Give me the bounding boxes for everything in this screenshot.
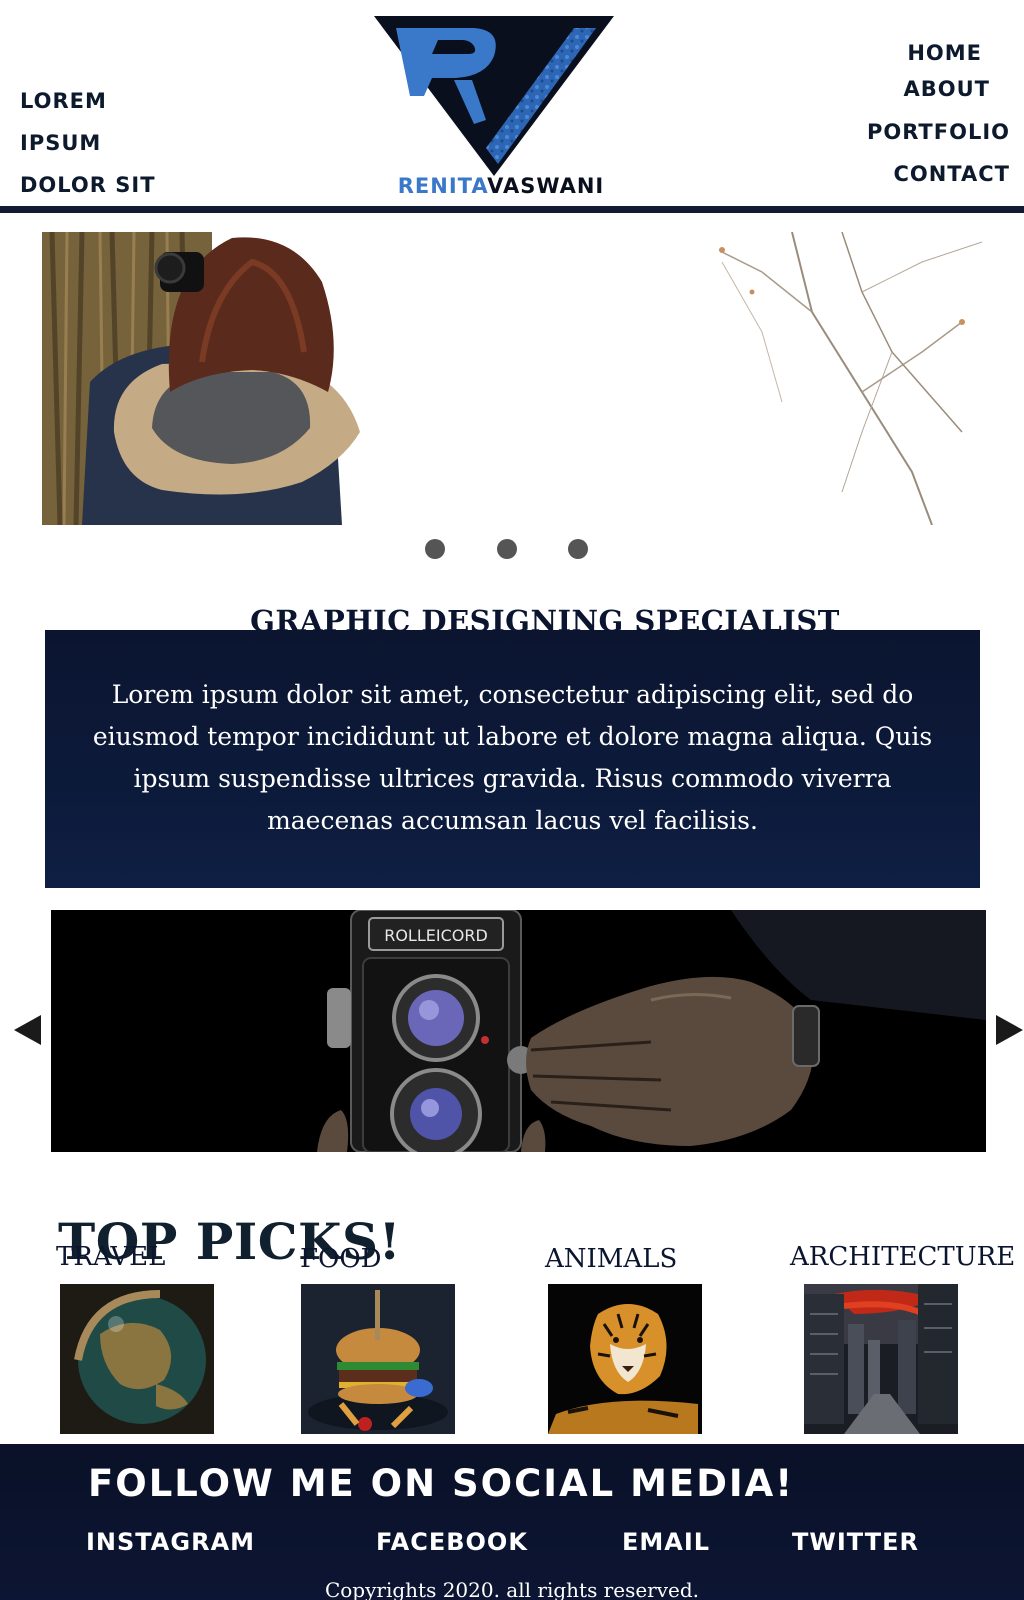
social-link-email[interactable]: EMAIL (622, 1528, 710, 1556)
triangle-right-icon[interactable] (996, 1015, 1023, 1045)
v-logo-icon (374, 16, 614, 176)
tiger-photo[interactable] (548, 1284, 702, 1434)
pick-label-travel: TRAVEL (56, 1242, 166, 1272)
photographer-in-fur-hood-photo (42, 232, 360, 525)
rolleicord-camera-photo: ROLLEICORD (51, 910, 986, 1152)
slide-dot-3[interactable] (568, 539, 588, 559)
copyright-text: Copyrights 2020. all rights reserved. (324, 1578, 700, 1600)
nav-link-home[interactable]: HOME (907, 40, 982, 66)
logo-first-name: RENITA (397, 174, 488, 198)
site-header: LOREM IPSUM DOLOR SIT RENITAVASWANI HOME… (0, 0, 1024, 213)
pick-card-architecture[interactable]: ARCHITECTURE (790, 1242, 1015, 1442)
bare-branches-decor (719, 232, 983, 525)
social-link-facebook[interactable]: FACEBOOK (376, 1528, 528, 1556)
nav-link-about[interactable]: ABOUT (904, 76, 991, 102)
logo-last-name: VASWANI (487, 174, 605, 198)
footer-heading: FOLLOW ME ON SOCIAL MEDIA! (88, 1462, 795, 1505)
social-link-instagram[interactable]: INSTAGRAM (86, 1528, 255, 1556)
intro-paragraph: Lorem ipsum dolor sit amet, consectetur … (92, 680, 933, 835)
intro-panel: Lorem ipsum dolor sit amet, consectetur … (45, 630, 980, 888)
social-link-twitter[interactable]: TWITTER (792, 1528, 919, 1556)
nav-link-contact[interactable]: CONTACT (893, 161, 1010, 187)
site-footer: FOLLOW ME ON SOCIAL MEDIA! INSTAGRAM FAC… (0, 1444, 1024, 1600)
pick-card-travel[interactable]: TRAVEL (56, 1242, 276, 1442)
left-nav: LOREM IPSUM DOLOR SIT (20, 88, 156, 198)
logo-wordmark: RENITAVASWANI (374, 174, 628, 198)
pick-card-food[interactable]: FOOD (300, 1244, 520, 1444)
pick-label-food: FOOD (300, 1244, 382, 1274)
pick-card-animals[interactable]: ANIMALS (545, 1244, 765, 1444)
globe-photo[interactable] (60, 1284, 214, 1434)
camera-slider: ROLLEICORD (51, 910, 986, 1152)
header-divider (0, 206, 1024, 213)
city-street-photo[interactable] (804, 1284, 958, 1434)
nav-link-dolor-sit[interactable]: DOLOR SIT (20, 172, 156, 198)
triangle-left-icon[interactable] (14, 1015, 41, 1045)
burger-photo[interactable] (301, 1284, 455, 1434)
nav-link-ipsum[interactable]: IPSUM (20, 130, 156, 156)
slideshow-dots (425, 539, 595, 561)
hero-slideshow[interactable] (42, 232, 992, 525)
slide-dot-2[interactable] (497, 539, 517, 559)
pick-label-architecture: ARCHITECTURE (790, 1242, 1016, 1272)
slide-dot-1[interactable] (425, 539, 445, 559)
nav-link-lorem[interactable]: LOREM (20, 88, 156, 114)
site-logo[interactable]: RENITAVASWANI (374, 14, 628, 204)
nav-link-portfolio[interactable]: PORTFOLIO (867, 119, 1010, 145)
pick-label-animals: ANIMALS (545, 1244, 678, 1274)
camera-brand-label: ROLLEICORD (384, 926, 488, 945)
